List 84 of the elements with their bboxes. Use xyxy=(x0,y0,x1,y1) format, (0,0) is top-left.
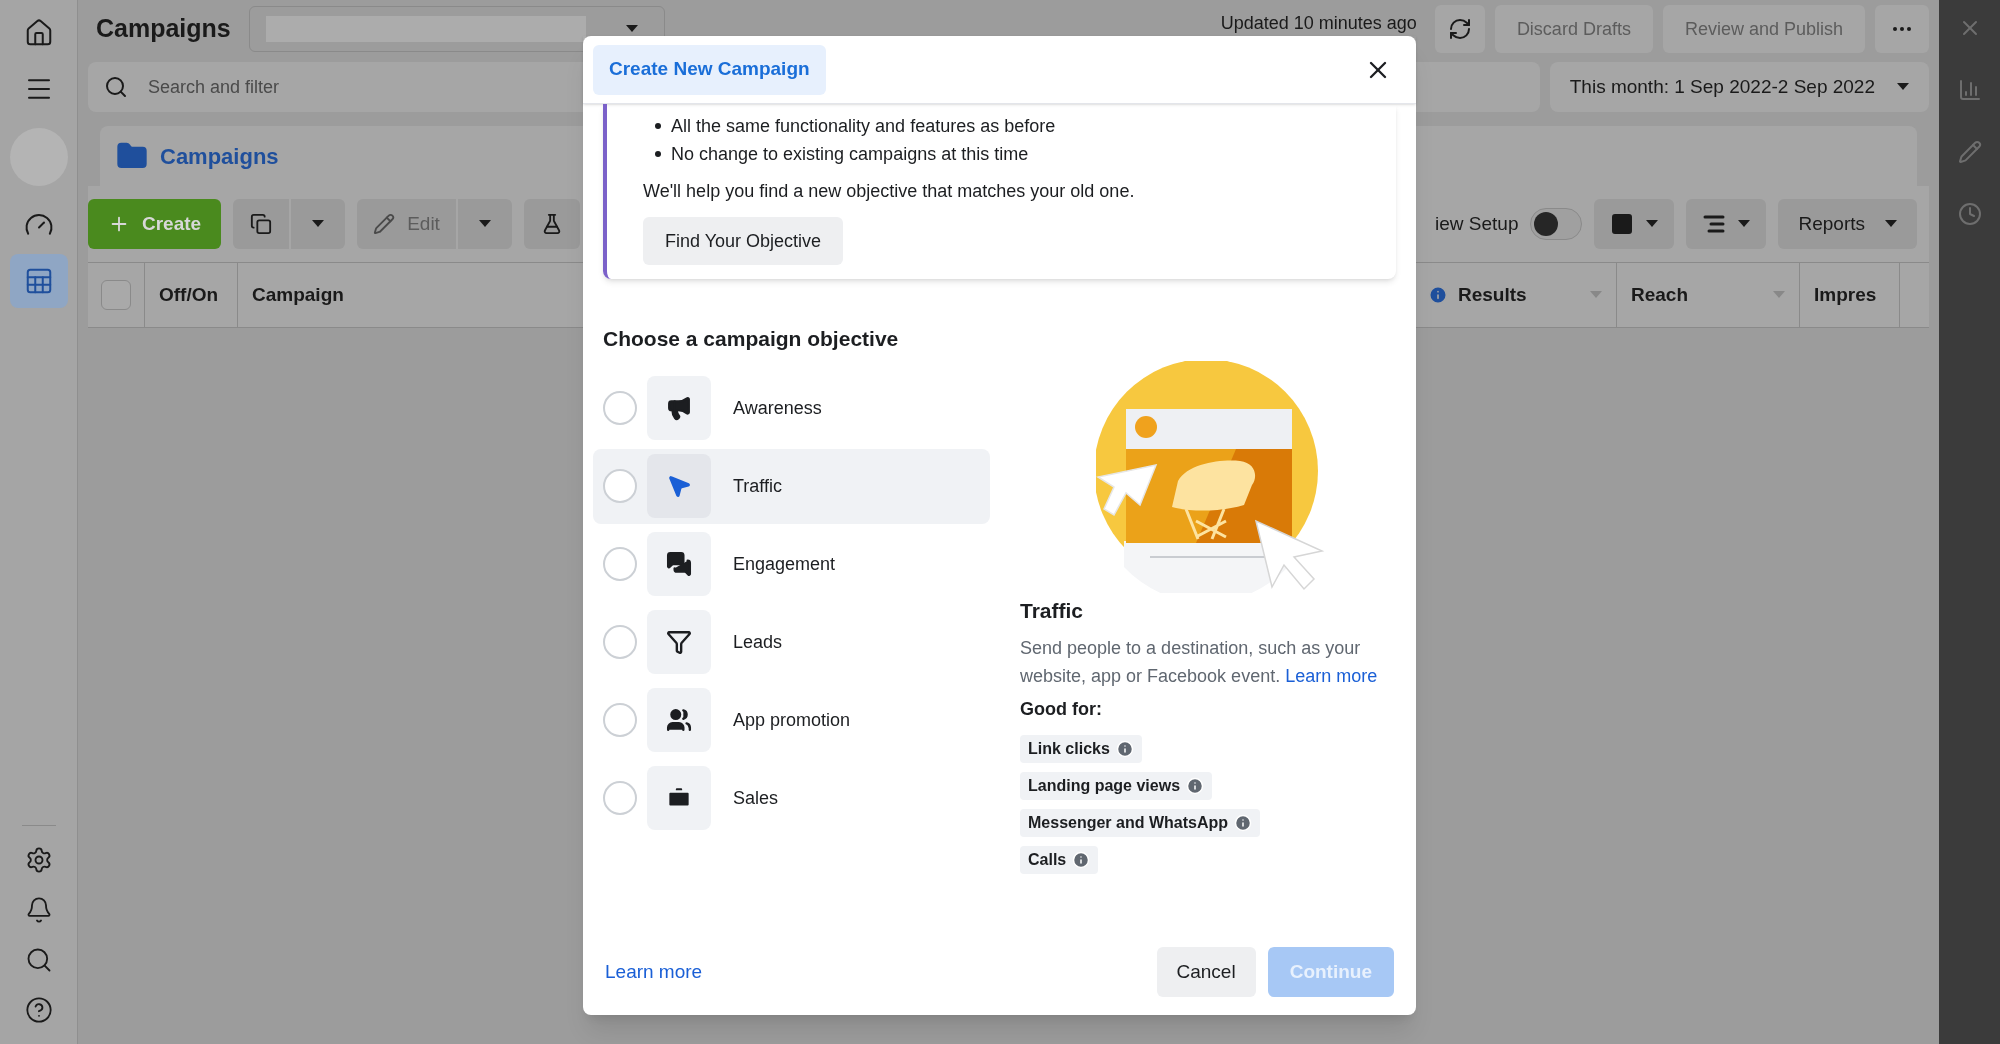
objective-label: App promotion xyxy=(733,708,851,732)
objective-radio[interactable] xyxy=(603,547,637,581)
objective-title: Traffic xyxy=(1020,597,1085,624)
info-note: We'll help you find a new objective that matches your old one. xyxy=(643,180,1136,203)
clock-icon[interactable] xyxy=(1957,202,1982,226)
info-icon xyxy=(1234,814,1253,832)
benefit-label: Messenger and WhatsApp xyxy=(1028,813,1229,833)
objective-label: Engagement xyxy=(733,552,836,576)
breakdown-button[interactable] xyxy=(1686,199,1767,249)
sidebar-item[interactable] xyxy=(9,254,68,308)
cancel-button[interactable]: Cancel xyxy=(1156,947,1256,997)
learn-more-link[interactable]: Learn more xyxy=(605,957,703,987)
select-all-checkbox[interactable] xyxy=(101,280,131,310)
column-header[interactable]: Reach xyxy=(1617,263,1800,327)
objective-option[interactable]: App promotion xyxy=(593,682,990,758)
pencil-icon xyxy=(373,213,396,235)
objective-label: Awareness xyxy=(733,396,822,420)
objective-option[interactable]: Traffic xyxy=(593,448,990,524)
funnel-icon xyxy=(666,629,692,655)
view-setup-label: iew Setup xyxy=(1435,211,1519,236)
bar-chart-icon[interactable] xyxy=(1957,78,1982,102)
objective-label: Traffic xyxy=(733,474,782,498)
caret-icon xyxy=(625,25,638,33)
sort-caret-icon xyxy=(1773,291,1785,299)
refresh-button[interactable] xyxy=(1434,5,1485,53)
column-title: Campaign xyxy=(252,282,344,307)
objective-option[interactable]: Engagement xyxy=(593,526,990,602)
section-heading: Choose a campaign objective xyxy=(603,326,900,352)
columns-button[interactable] xyxy=(1594,199,1675,249)
caret-icon xyxy=(478,220,491,228)
date-range-dropdown[interactable]: This month: 1 Sep 2022-2 Sep 2022 xyxy=(1549,62,1929,112)
caret-icon xyxy=(1738,220,1751,228)
chat-icon xyxy=(666,551,692,577)
refresh-icon xyxy=(1447,17,1472,41)
megaphone-icon xyxy=(666,395,692,421)
objective-option[interactable]: Sales xyxy=(593,760,990,836)
page-title: Campaigns xyxy=(96,13,231,45)
objective-option[interactable]: Leads xyxy=(593,604,990,680)
objective-radio[interactable] xyxy=(603,391,637,425)
objective-radio[interactable] xyxy=(603,781,637,815)
objective-radio[interactable] xyxy=(603,625,637,659)
objective-radio[interactable] xyxy=(603,703,637,737)
column-header[interactable]: Off/On xyxy=(145,263,238,327)
sort-caret-icon xyxy=(1590,291,1602,299)
column-header[interactable]: Impres xyxy=(1800,263,1900,327)
dialog-tab[interactable]: Create New Campaign xyxy=(593,44,826,95)
column-title: Off/On xyxy=(159,282,219,307)
help-icon[interactable] xyxy=(24,996,53,1024)
column-title: Impres xyxy=(1814,282,1877,307)
benefit-label: Link clicks xyxy=(1028,739,1110,759)
good-for-label: Good for: xyxy=(1020,698,1103,721)
find-objective-button[interactable]: Find Your Objective xyxy=(643,217,844,265)
duplicate-button[interactable] xyxy=(233,199,290,249)
objective-label: Sales xyxy=(733,786,779,810)
updated-status: Updated 10 minutes ago xyxy=(1220,11,1417,35)
pointer-icon xyxy=(666,473,692,499)
objective-description: Send people to a destination, such as your website, app or Facebook event. Learn more xyxy=(1020,637,1379,688)
info-icon xyxy=(1186,777,1205,795)
benefit-label: Landing page views xyxy=(1028,776,1181,796)
column-title: Results xyxy=(1458,282,1527,307)
bullet-item: No change to existing campaigns at this time xyxy=(643,140,1396,168)
bullet-item: All the same functionality and features as before xyxy=(643,112,1396,140)
objective-radio[interactable] xyxy=(603,469,637,503)
account-dropdown[interactable] xyxy=(248,6,665,52)
more-icon xyxy=(1893,27,1911,31)
info-icon xyxy=(1115,740,1134,758)
benefit-label: Calls xyxy=(1028,850,1067,870)
reports-button[interactable]: Reports xyxy=(1778,199,1917,249)
pencil-icon[interactable] xyxy=(1957,140,1982,164)
info-icon xyxy=(1428,285,1448,305)
objective-label: Leads xyxy=(733,630,783,654)
objective-option[interactable]: Awareness xyxy=(593,370,990,446)
search-icon xyxy=(104,75,128,99)
caret-icon xyxy=(1897,83,1909,91)
people-icon xyxy=(666,707,692,733)
caret-icon xyxy=(1646,220,1659,228)
caret-icon xyxy=(1885,220,1897,228)
caret-icon xyxy=(312,220,325,228)
learn-more-link[interactable]: Learn more xyxy=(1285,666,1378,686)
view-setup-toggle[interactable] xyxy=(1530,208,1583,240)
copy-icon xyxy=(250,213,273,235)
test-button[interactable] xyxy=(523,199,580,249)
info-icon xyxy=(1072,851,1091,869)
column-title: Reach xyxy=(1631,282,1689,307)
